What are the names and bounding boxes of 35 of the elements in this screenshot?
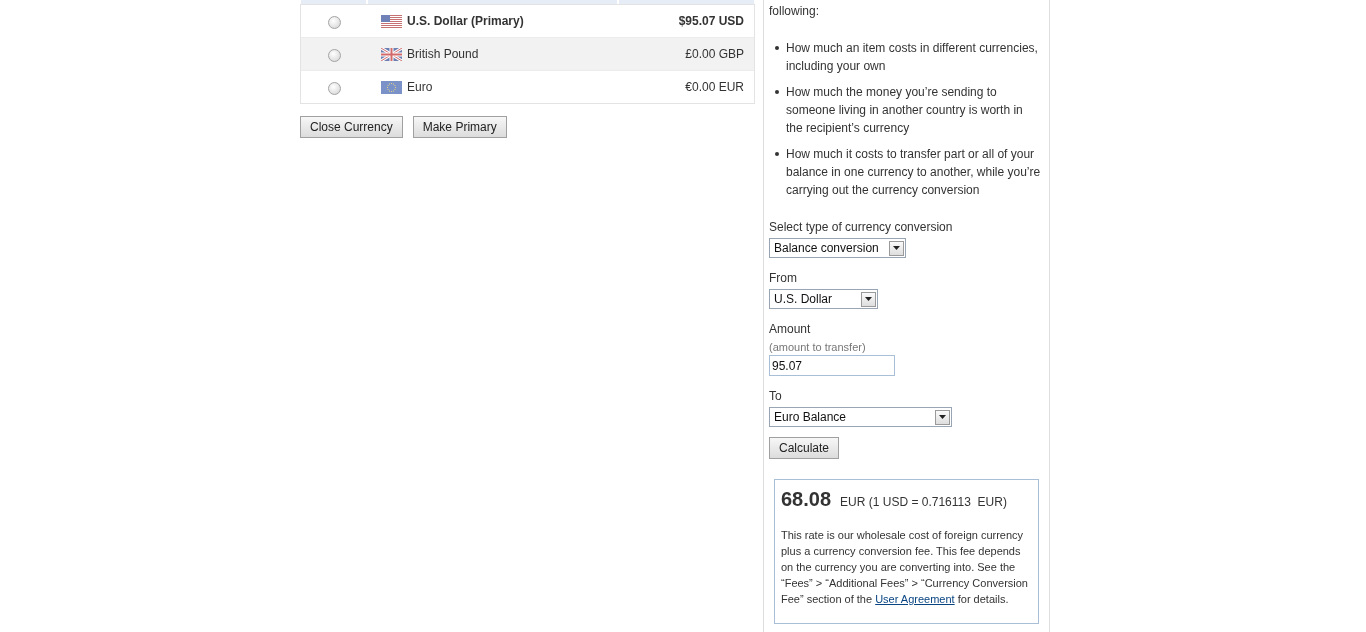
user-agreement-link[interactable]: User Agreement (875, 593, 955, 605)
action-button[interactable]: Close Currency (300, 116, 403, 138)
balance-amount: £0.00 GBP (685, 47, 744, 61)
currency-name: British Pound (407, 47, 479, 61)
dropdown[interactable]: Balance conversion (769, 238, 906, 258)
flag-icon (381, 80, 402, 94)
radio-button[interactable] (327, 81, 341, 95)
field-hint: (amount to transfer) (769, 340, 867, 355)
flag-icon (381, 14, 402, 28)
action-button[interactable]: Make Primary (412, 116, 507, 138)
currency-name: U.S. Dollar (Primary) (407, 14, 524, 28)
rate-note: This rate is our wholesale cost of foreign currency plus a currency conversion fee. This fee depends on the currency you are converting into. See the “Fees” > “Additional Fees” > “Currency Conversion Fee” section of the User Agreement for details. (781, 528, 1029, 607)
field-label: Amount (769, 322, 812, 337)
field-label: To (769, 389, 783, 404)
field-label: From (769, 271, 798, 286)
intro-text: following: (769, 3, 821, 20)
amount-input[interactable]: 95.07 (769, 355, 895, 376)
flag-icon (381, 47, 402, 61)
dropdown[interactable]: Euro Balance (769, 407, 952, 427)
bullet-text: How much it costs to transfer part or all of your balance in one currency to another, while you’re carrying out the currency conversion (786, 146, 1042, 199)
field-label: Select type of currency conversion (769, 220, 954, 235)
bullet-icon (775, 46, 779, 50)
radio-button[interactable] (327, 15, 341, 29)
bullet-icon (775, 90, 779, 94)
balance-amount: $95.07 USD (678, 14, 744, 28)
dropdown[interactable]: U.S. Dollar (769, 289, 878, 309)
currency-name: Euro (407, 80, 433, 94)
balance-amount: €0.00 EUR (685, 80, 744, 94)
exchange-rate: EUR (1 USD = 0.716113 EUR) (840, 495, 1007, 509)
converted-amount: 68.08 (781, 488, 832, 511)
calculate-button[interactable]: Calculate (769, 437, 840, 459)
bullet-icon (775, 152, 779, 156)
bullet-text: How much the money you’re sending to someone living in another country is worth in the recipient’s currency (786, 84, 1024, 137)
radio-button[interactable] (327, 48, 341, 62)
bullet-text: How much an item costs in different currencies, including your own (786, 40, 1039, 75)
